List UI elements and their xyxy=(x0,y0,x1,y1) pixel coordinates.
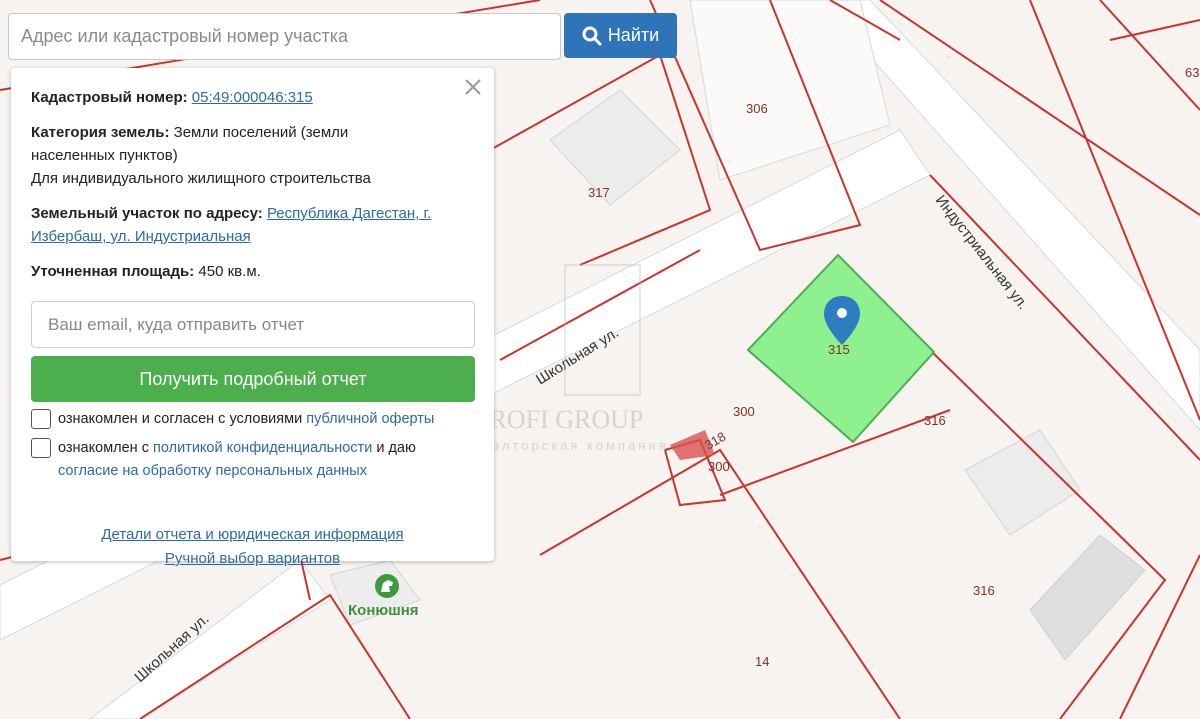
address-row: Земельный участок по адресу: Республика … xyxy=(31,202,474,248)
parcel-label-316b: 316 xyxy=(973,583,995,598)
cadastral-label: Кадастровый номер: xyxy=(31,89,188,106)
parcel-label-300: 300 xyxy=(733,404,755,419)
consent-offer-row: ознакомлен и согласен с условиями публич… xyxy=(31,408,474,431)
get-report-label: Получить подробный отчет xyxy=(139,368,367,389)
consent-offer-checkbox[interactable] xyxy=(31,409,51,429)
search-button[interactable]: Найти xyxy=(564,13,677,58)
footer-links: Детали отчета и юридическая информация Р… xyxy=(31,523,474,571)
consent-offer-text: ознакомлен и согласен с условиями xyxy=(58,411,303,427)
search-box xyxy=(8,13,561,60)
parcel-label-63: 63 xyxy=(1185,65,1199,80)
poi-label: Конюшня xyxy=(348,602,419,619)
privacy-policy-link[interactable]: политикой конфиденциальности xyxy=(153,440,372,456)
address-link-1[interactable]: Республика Дагестан, г. xyxy=(267,205,431,222)
watermark-subtitle: риэлторская компания xyxy=(472,438,669,453)
category-value-2: населенных пунктов) xyxy=(31,147,178,164)
consent-privacy-text-b: и даю xyxy=(376,440,416,456)
parcel-label-300b: 300 xyxy=(708,459,730,474)
search-button-label: Найти xyxy=(607,25,660,45)
category-value-1: Земли поселений (земли xyxy=(173,124,349,141)
address-label: Земельный участок по адресу: xyxy=(31,205,263,222)
area-row: Уточненная площадь: 450 кв.м. xyxy=(31,260,474,283)
search-input[interactable] xyxy=(9,14,560,59)
area-value: 450 кв.м. xyxy=(198,263,261,280)
category-row: Категория земель: Земли поселений (земли… xyxy=(31,121,474,190)
public-offer-link[interactable]: публичной оферты xyxy=(306,411,434,427)
parcel-label-14: 14 xyxy=(755,654,769,669)
parcel-label-316: 316 xyxy=(924,413,946,428)
search-icon xyxy=(582,26,602,45)
personal-data-consent-link[interactable]: согласие на обработку персональных данны… xyxy=(58,463,367,479)
report-details-link[interactable]: Детали отчета и юридическая информация xyxy=(101,526,403,543)
consent-privacy-text-a: ознакомлен с xyxy=(58,440,149,456)
parcel-label-315: 315 xyxy=(828,342,850,357)
parcel-info-panel: Кадастровый номер: 05:49:000046:315 Кате… xyxy=(11,68,494,567)
cadastral-row: Кадастровый номер: 05:49:000046:315 xyxy=(31,86,474,109)
category-label: Категория земель: xyxy=(31,124,170,141)
consent-privacy-checkbox[interactable] xyxy=(31,438,51,458)
parcel-label-317: 317 xyxy=(588,185,610,200)
manual-selection-link[interactable]: Ручной выбор вариантов xyxy=(165,550,340,567)
cadastral-number-link[interactable]: 05:49:000046:315 xyxy=(192,89,313,106)
area-label: Уточненная площадь: xyxy=(31,263,195,280)
parcel-label-306: 306 xyxy=(746,101,768,116)
get-report-button[interactable]: Получить подробный отчет xyxy=(31,356,475,402)
close-icon[interactable] xyxy=(462,76,484,98)
watermark-title: PROFI GROUP xyxy=(475,405,643,434)
address-link-2[interactable]: Избербаш, ул. Индустриальная xyxy=(31,228,251,245)
consent-privacy-row: ознакомлен с политикой конфиденциальност… xyxy=(31,437,474,483)
usage-value: Для индивидуального жилищного строительс… xyxy=(31,170,371,187)
email-input[interactable] xyxy=(31,301,475,348)
